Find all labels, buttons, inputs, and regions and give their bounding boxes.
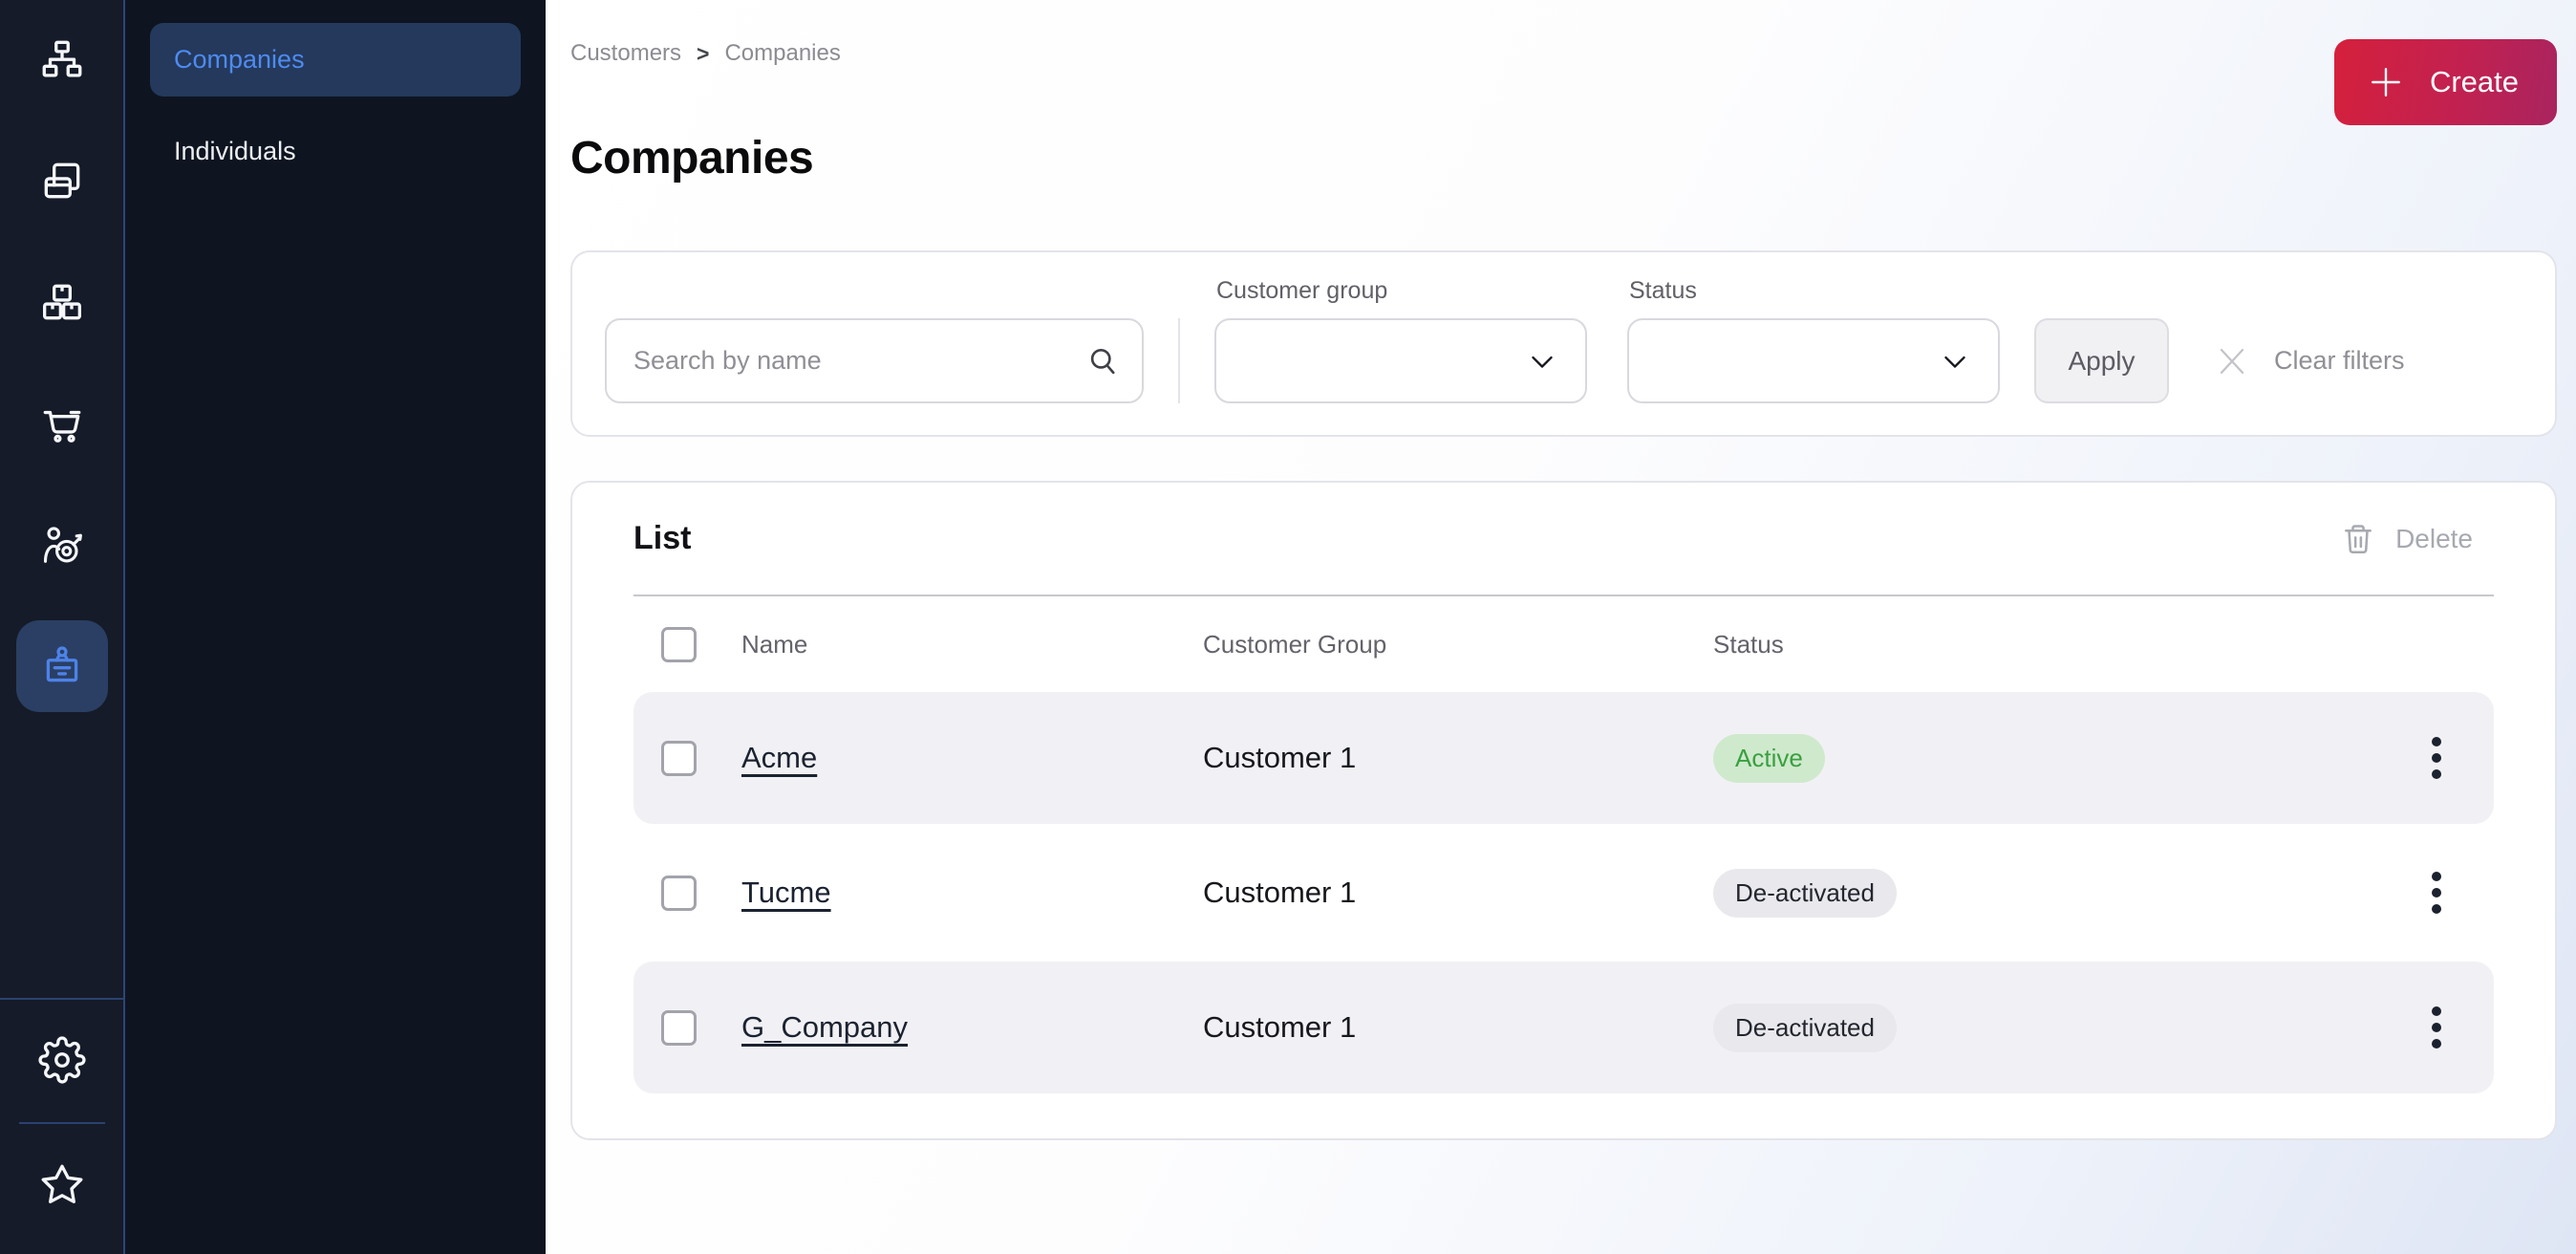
customer-group-cell: Customer 1 xyxy=(1203,741,1713,775)
table-row: G_Company Customer 1 De-activated xyxy=(633,962,2494,1093)
row-menu-button[interactable] xyxy=(2417,1001,2456,1054)
sidebar-item-companies[interactable]: Companies xyxy=(150,23,521,97)
icon-rail xyxy=(0,0,125,1254)
apply-button[interactable]: Apply xyxy=(2034,318,2169,403)
delete-button[interactable]: Delete xyxy=(2340,521,2473,557)
search-input[interactable] xyxy=(605,318,1144,403)
search-wrap xyxy=(605,318,1144,403)
customers-subnav: Companies Individuals xyxy=(125,0,546,1254)
column-name: Name xyxy=(741,630,1203,659)
clear-filters-label: Clear filters xyxy=(2274,346,2405,376)
chevron-down-icon xyxy=(1524,343,1560,379)
filters-card: Customer group Status Apply Clear xyxy=(570,250,2557,437)
row-menu-button[interactable] xyxy=(2417,731,2456,785)
main-content: Customers > Companies Create Companies C… xyxy=(546,0,2576,1254)
status-field: Status xyxy=(1627,277,2000,403)
rail-divider xyxy=(19,1122,105,1124)
breadcrumb-separator: > xyxy=(697,41,709,67)
select-all-checkbox[interactable] xyxy=(661,627,697,662)
company-link[interactable]: Tucme xyxy=(741,876,831,910)
list-head: List Delete xyxy=(572,483,2555,595)
customer-group-field: Customer group xyxy=(1214,277,1587,403)
settings-gear-icon[interactable] xyxy=(16,1014,108,1106)
breadcrumb-companies[interactable]: Companies xyxy=(724,40,840,67)
sidebar-item-individuals[interactable]: Individuals xyxy=(150,115,521,188)
company-link[interactable]: Acme xyxy=(741,741,817,775)
page-title: Companies xyxy=(570,132,2557,184)
delete-label: Delete xyxy=(2395,524,2473,554)
search-icon xyxy=(1083,341,1123,381)
packages-icon[interactable] xyxy=(16,256,108,348)
column-status: Status xyxy=(1713,630,2417,659)
create-button[interactable]: Create xyxy=(2334,39,2557,125)
marketing-target-icon[interactable] xyxy=(16,499,108,591)
customer-group-select[interactable] xyxy=(1214,318,1587,403)
create-button-label: Create xyxy=(2430,65,2519,99)
rail-bottom-group xyxy=(0,998,123,1254)
status-badge: De-activated xyxy=(1713,869,1897,918)
clear-filters-button[interactable]: Clear filters xyxy=(2211,318,2405,403)
status-label: Status xyxy=(1629,277,2000,305)
customer-group-cell: Customer 1 xyxy=(1203,1010,1713,1045)
cards-icon[interactable] xyxy=(16,135,108,227)
status-select[interactable] xyxy=(1627,318,2000,403)
row-menu-button[interactable] xyxy=(2417,866,2456,919)
row-checkbox[interactable] xyxy=(661,876,697,911)
filter-separator xyxy=(1178,318,1180,403)
list-title: List xyxy=(633,520,691,557)
row-checkbox[interactable] xyxy=(661,741,697,776)
column-customer-group: Customer Group xyxy=(1203,630,1713,659)
rail-top-group xyxy=(0,0,123,712)
table-header: Name Customer Group Status xyxy=(633,596,2494,692)
table-row: Acme Customer 1 Active xyxy=(633,692,2494,824)
chevron-down-icon xyxy=(1937,343,1973,379)
customer-badge-icon[interactable] xyxy=(16,620,108,712)
company-link[interactable]: G_Company xyxy=(741,1010,908,1045)
breadcrumb-customers[interactable]: Customers xyxy=(570,40,681,67)
status-badge: Active xyxy=(1713,734,1825,783)
customer-group-label: Customer group xyxy=(1216,277,1587,305)
trash-icon xyxy=(2340,521,2376,557)
customer-group-cell: Customer 1 xyxy=(1203,876,1713,910)
status-badge: De-activated xyxy=(1713,1004,1897,1052)
list-card: List Delete Name Customer Group Status A… xyxy=(570,481,2557,1140)
plus-icon xyxy=(2365,61,2407,103)
cart-icon[interactable] xyxy=(16,378,108,469)
favorites-star-icon[interactable] xyxy=(16,1139,108,1231)
breadcrumb: Customers > Companies xyxy=(570,40,2557,67)
clear-x-icon xyxy=(2211,340,2253,382)
table-row: Tucme Customer 1 De-activated xyxy=(633,827,2494,959)
sitemap-icon[interactable] xyxy=(16,13,108,105)
row-checkbox[interactable] xyxy=(661,1010,697,1046)
